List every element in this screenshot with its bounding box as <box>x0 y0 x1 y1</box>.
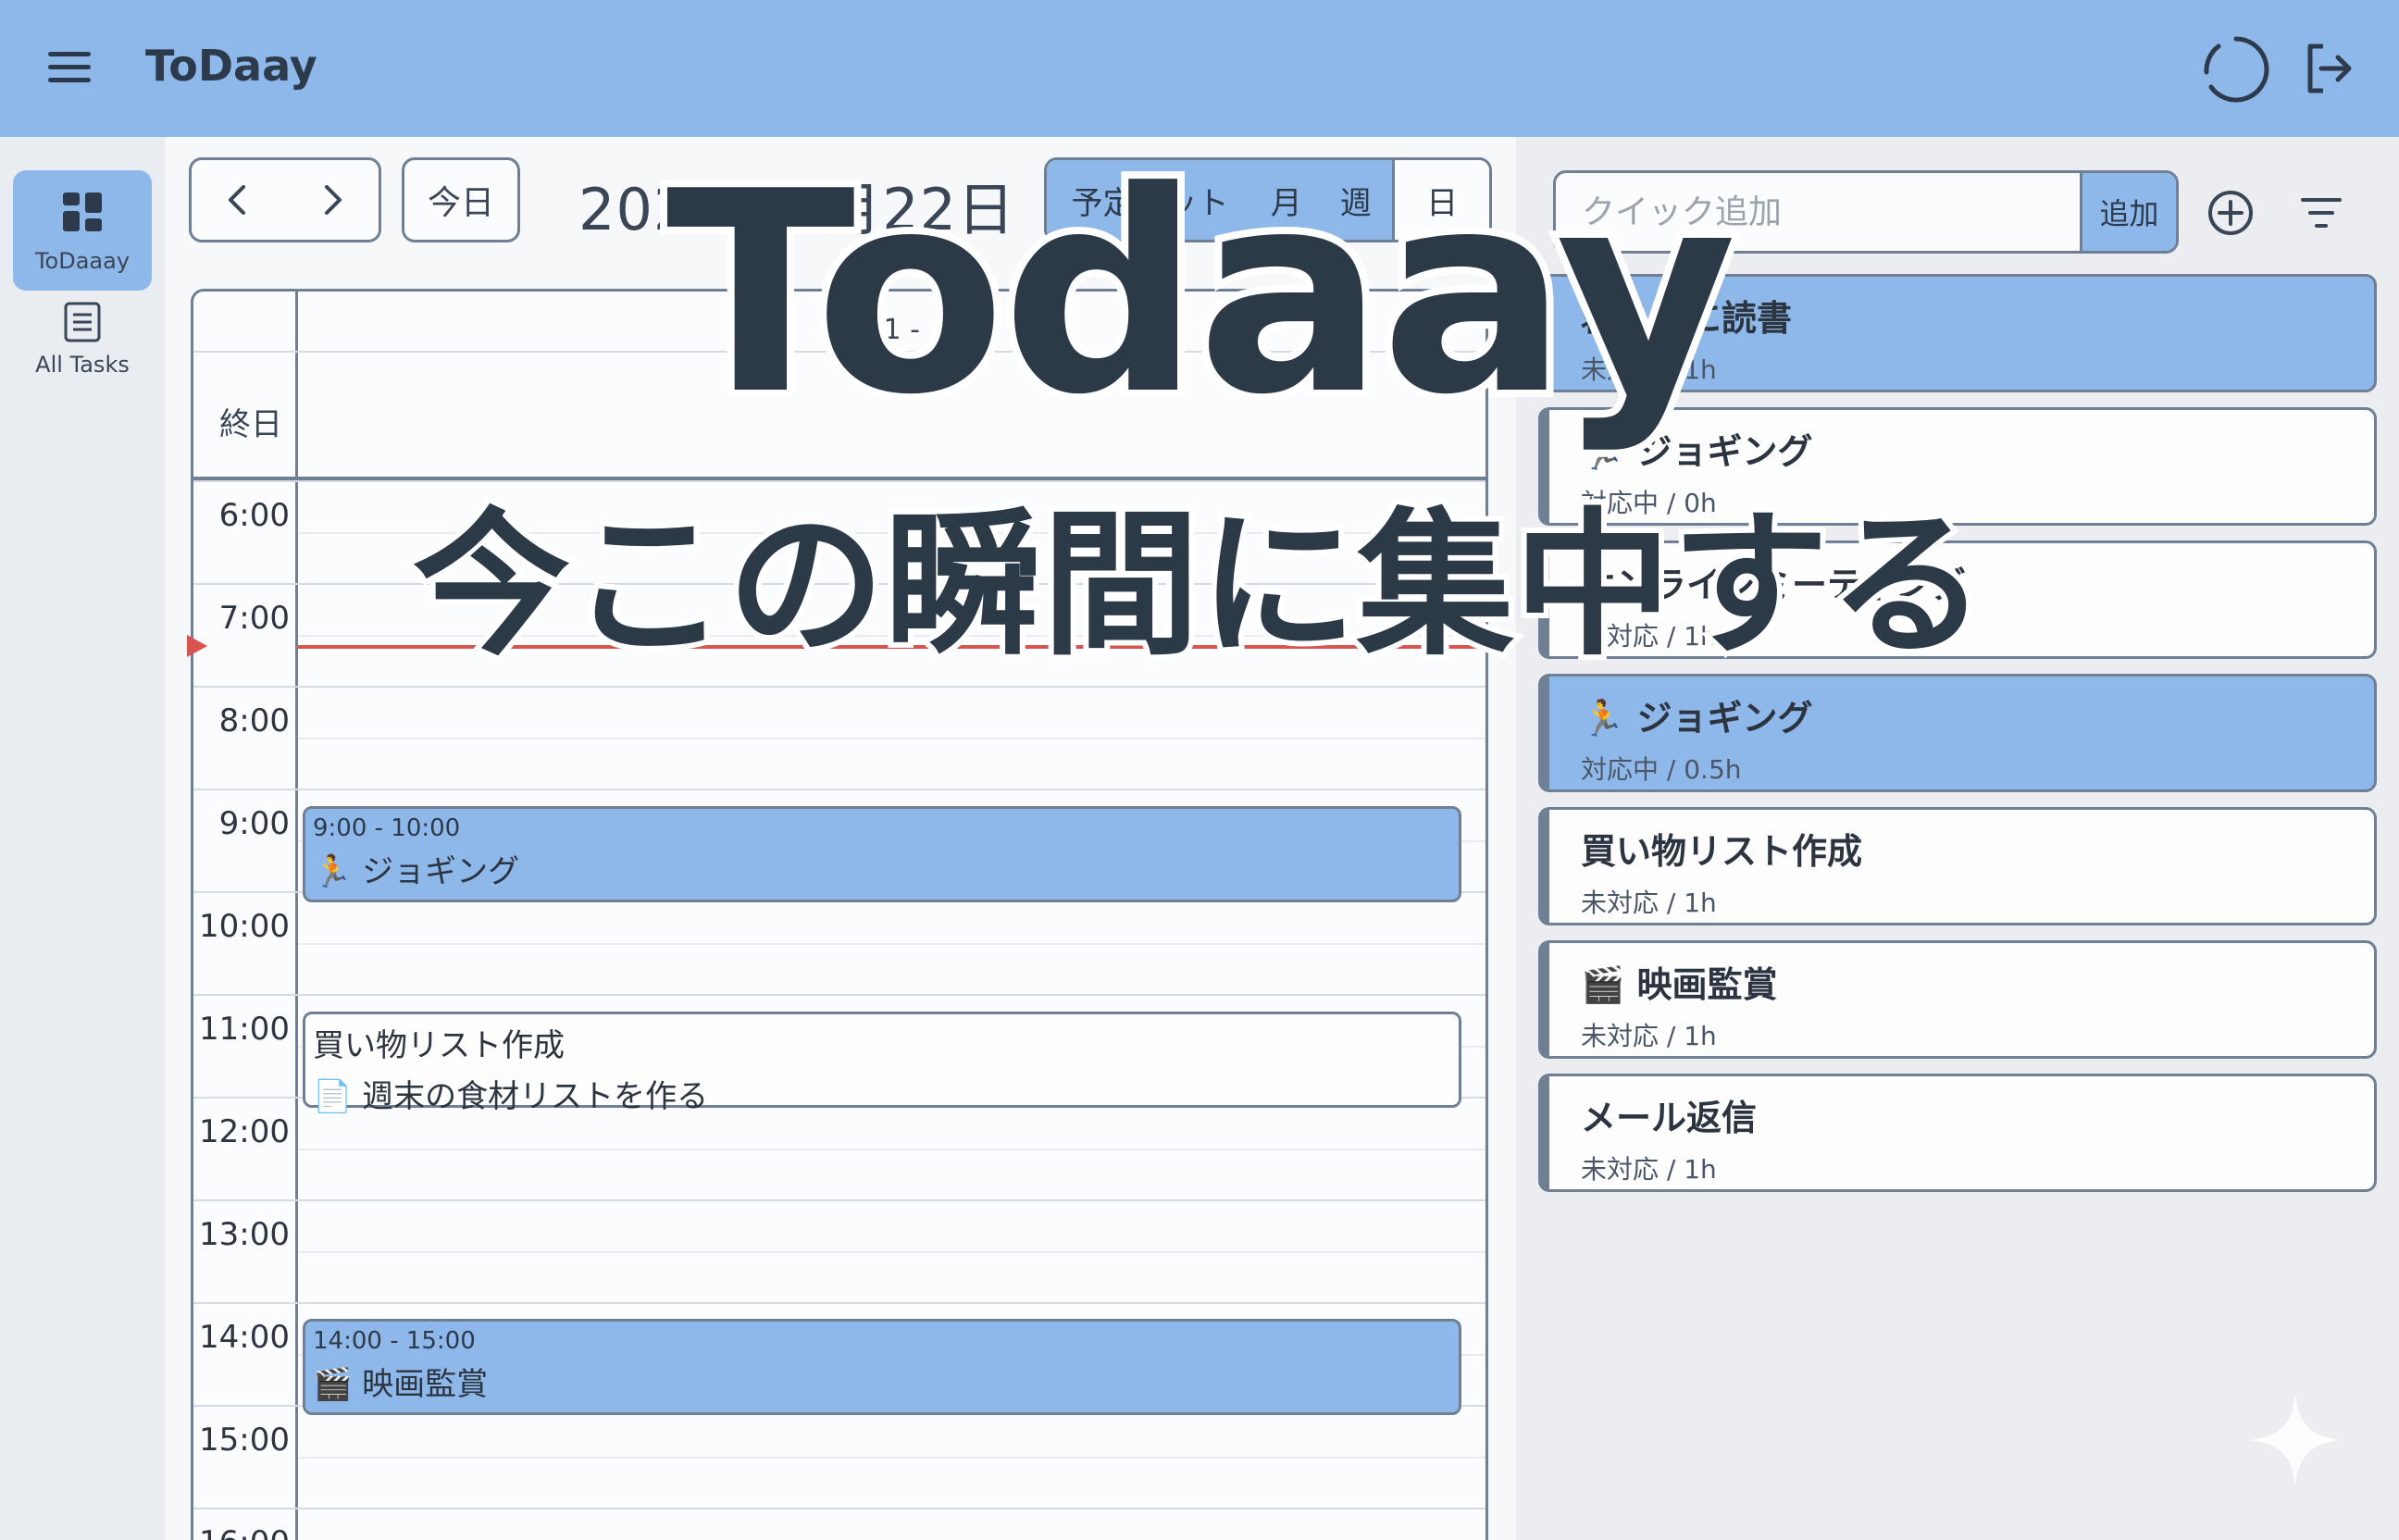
overlay-tagline: 今この瞬間に集中する <box>407 494 1992 677</box>
hour-grid-line <box>193 1302 1485 1304</box>
task-card[interactable]: メール返信未対応 / 1h <box>1538 1074 2377 1192</box>
event-title: 🎬 映画監賞 <box>313 1366 489 1403</box>
hour-label: 15:00 <box>199 1422 290 1459</box>
half-hour-grid-line <box>298 1149 1485 1150</box>
calendar-event-shopping-list[interactable]: 買い物リスト作成 📄 週末の食材リストを作る <box>303 1012 1461 1115</box>
half-hour-grid-line <box>298 738 1485 739</box>
task-title: 買い物リスト作成 <box>1581 831 1863 872</box>
task-status: 対応中 / 0.5h <box>1581 754 1742 785</box>
hour-grid-line <box>193 789 1485 790</box>
day-calendar-grid: 「 1 - 終日 6:00 7:00 8:00 9:00 10:00 11:00 12:00… <box>191 289 1488 1540</box>
hour-label: 13:00 <box>199 1216 290 1253</box>
hour-grid-line <box>193 994 1485 996</box>
app-title: ToDaay <box>145 41 317 91</box>
task-card[interactable]: 🏃 ジョギング対応中 / 0.5h <box>1538 674 2377 792</box>
task-card[interactable]: 🎬 映画監賞未対応 / 1h <box>1538 940 2377 1059</box>
task-status: 未対応 / 1h <box>1581 1154 1717 1185</box>
hour-grid-line <box>193 1508 1485 1509</box>
hour-grid-line <box>193 1199 1485 1201</box>
event-title: 🏃 ジョギング <box>313 853 520 890</box>
calendar-event-movie[interactable]: 14:00 - 15:00 🎬 映画監賞 <box>303 1319 1461 1415</box>
hour-label: 16:00 <box>193 1524 290 1540</box>
calendar-event-jogging[interactable]: 9:00 - 10:00 🏃 ジョギング <box>303 806 1461 902</box>
task-title: 🏃 ジョギング <box>1581 698 1813 739</box>
event-time: 9:00 - 10:00 <box>313 814 461 842</box>
hour-label: 9:00 <box>218 805 290 842</box>
task-card[interactable]: 買い物リスト作成未対応 / 1h <box>1538 807 2377 925</box>
event-description: 📄 週末の食材リストを作る <box>313 1078 709 1115</box>
sparkle-icon <box>2249 1394 2342 1486</box>
hamburger-menu-icon[interactable] <box>48 52 91 83</box>
event-time: 14:00 - 15:00 <box>313 1327 476 1355</box>
task-title: メール返信 <box>1581 1098 1758 1138</box>
task-title: 🎬 映画監賞 <box>1581 964 1778 1005</box>
half-hour-grid-line <box>298 1251 1485 1253</box>
sync-spinner-icon[interactable] <box>2200 33 2272 106</box>
hour-grid-line <box>193 480 1485 482</box>
hour-label: 14:00 <box>199 1319 290 1356</box>
hour-label: 12:00 <box>199 1113 290 1150</box>
top-app-bar: ToDaay <box>0 0 2399 137</box>
hour-label: 8:00 <box>218 702 290 739</box>
event-title: 買い物リスト作成 <box>313 1027 565 1064</box>
hour-grid-line <box>193 686 1485 688</box>
half-hour-grid-line <box>298 943 1485 945</box>
half-hour-grid-line <box>298 1457 1485 1459</box>
hour-label: 11:00 <box>199 1011 290 1048</box>
task-status: 未対応 / 1h <box>1581 1021 1717 1051</box>
task-status: 未対応 / 1h <box>1581 888 1717 918</box>
hour-label: 10:00 <box>199 908 290 945</box>
logout-icon[interactable] <box>2301 41 2356 96</box>
overlay-headline: Todaay <box>659 132 1745 455</box>
